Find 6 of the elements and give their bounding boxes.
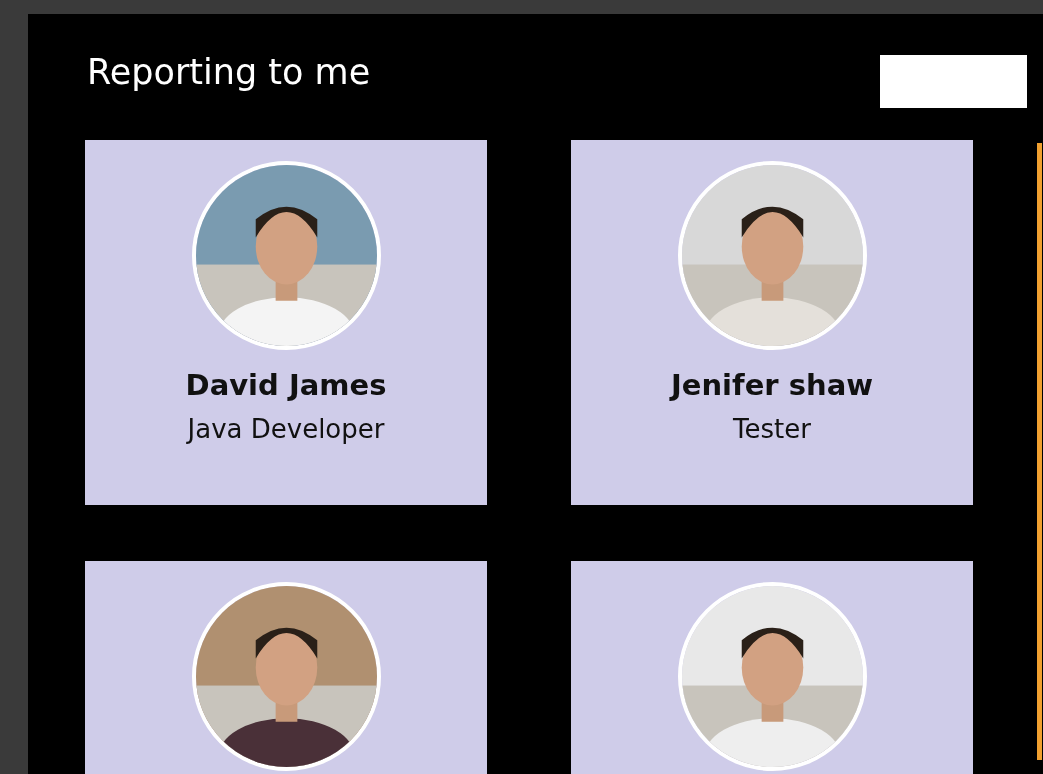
person-name: Jenifer shaw	[671, 368, 873, 402]
job-title: Tester	[733, 414, 811, 444]
page-title: Reporting to me	[87, 51, 371, 94]
job-title: Java Developer	[187, 414, 385, 444]
person-name: David James	[185, 368, 387, 402]
blank-button[interactable]	[880, 55, 1027, 108]
